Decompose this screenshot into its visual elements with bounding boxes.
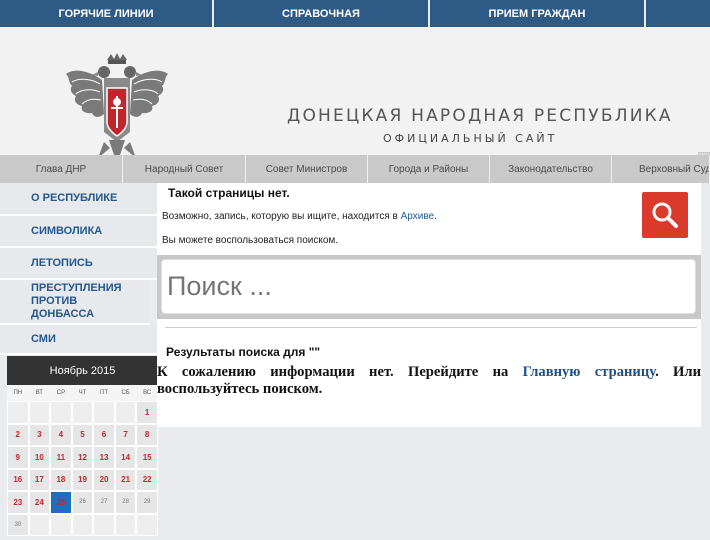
calendar-empty-cell — [93, 401, 115, 424]
calendar-day[interactable]: 22 — [136, 468, 158, 491]
site-title: ДОНЕЦКАЯ НАРОДНАЯ РЕСПУБЛИКА — [287, 106, 673, 126]
calendar-empty-cell — [50, 401, 72, 424]
calendar-day[interactable]: 8 — [136, 423, 158, 446]
calendar-day[interactable]: 4 — [50, 423, 72, 446]
calendar-day[interactable]: 23 — [7, 491, 29, 514]
sidebar-menu: О РЕСПУБЛИКЕ СИМВОЛИКА ЛЕТОПИСЬ ПРЕСТУПЛ… — [0, 183, 158, 355]
no-info-message: К сожалению информации нет. Перейдите на… — [157, 364, 701, 398]
calendar-day[interactable]: 5 — [71, 423, 94, 446]
calendar-day-today[interactable]: 25 — [50, 491, 72, 514]
weekday-label: ПН — [13, 390, 23, 396]
calendar-empty-cell — [50, 513, 72, 536]
calendar-days-grid: 1 2 3 4 5 6 7 8 9 10 11 12 13 14 15 16 17 18 19 20 21 22 23 24 2… — [7, 401, 158, 536]
search-button[interactable] — [642, 192, 688, 238]
secnav-cities-districts[interactable]: Города и Районы — [368, 155, 490, 183]
calendar-weekday-row: ПН ВТ СР ЧТ ПТ СБ ВС — [7, 385, 158, 401]
calendar-day[interactable]: 13 — [93, 446, 115, 469]
archive-hint-text: Возможно, запись, которую вы ищите, нахо… — [162, 211, 401, 222]
section-navigation: Глава ДНР Народный Совет Совет Министров… — [0, 155, 710, 183]
top-navigation: ГОРЯЧИЕ ЛИНИИ СПРАВОЧНАЯ ПРИЕМ ГРАЖДАН — [0, 0, 710, 27]
calendar-month-title: Ноябрь 2015 — [7, 356, 158, 385]
calendar-day[interactable]: 2 — [7, 423, 29, 446]
not-found-panel: Такой страницы нет. Возможно, запись, ко… — [157, 183, 701, 427]
calendar-empty-cell — [7, 401, 29, 424]
sidebar-item-symbols[interactable]: СИМВОЛИКА — [0, 216, 158, 248]
calendar-empty-cell — [114, 401, 137, 424]
weekday-label: ВС — [143, 390, 152, 396]
calendar-day[interactable]: 15 — [136, 446, 158, 469]
calendar-day[interactable]: 9 — [7, 446, 29, 469]
site-header: ДОНЕЦКАЯ НАРОДНАЯ РЕСПУБЛИКА ОФИЦИАЛЬНЫЙ… — [0, 27, 710, 172]
calendar-day[interactable]: 16 — [7, 468, 29, 491]
calendar-day[interactable]: 19 — [71, 468, 94, 491]
no-info-text: К сожалению информации нет. Перейдите на — [157, 364, 523, 380]
calendar-day: 27 — [93, 491, 115, 514]
calendar-day[interactable]: 7 — [114, 423, 137, 446]
calendar-empty-cell — [71, 401, 94, 424]
weekday-label: СБ — [121, 390, 130, 396]
sidebar-item-crimes-against-donbass[interactable]: ПРЕСТУПЛЕНИЯ ПРОТИВ ДОНБАССА — [0, 280, 150, 325]
search-results-heading: Результаты поиска для "" — [166, 345, 321, 359]
secnav-people-council[interactable]: Народный Совет — [123, 155, 246, 183]
divider — [165, 327, 697, 328]
calendar-day[interactable]: 11 — [50, 446, 72, 469]
archive-hint-end: . — [434, 211, 437, 222]
calendar-day: 26 — [71, 491, 94, 514]
secnav-legislation[interactable]: Законодательство — [490, 155, 612, 183]
calendar-day[interactable]: 10 — [28, 446, 51, 469]
calendar-widget: Ноябрь 2015 ПН ВТ СР ЧТ ПТ СБ ВС 1 2 3 4 5 6 7 8 9 10 11… — [7, 356, 158, 536]
search-box-frame — [157, 255, 701, 319]
calendar-day: 29 — [136, 491, 158, 514]
calendar-empty-cell — [71, 513, 94, 536]
topnav-citizen-reception[interactable]: ПРИЕМ ГРАЖДАН — [430, 0, 646, 27]
search-input[interactable] — [161, 259, 696, 314]
home-page-link[interactable]: Главную страницу — [523, 364, 655, 380]
calendar-empty-cell — [136, 513, 158, 536]
calendar-day[interactable]: 12 — [71, 446, 94, 469]
calendar-day[interactable]: 17 — [28, 468, 51, 491]
calendar-day: 30 — [7, 513, 29, 536]
sidebar-item-chronicle[interactable]: ЛЕТОПИСЬ — [0, 248, 158, 280]
weekday-label: СР — [56, 390, 66, 396]
calendar-day[interactable]: 20 — [93, 468, 115, 491]
calendar-empty-cell — [114, 513, 137, 536]
weekday-label: ВТ — [35, 390, 43, 396]
archive-hint: Возможно, запись, которую вы ищите, нахо… — [162, 211, 437, 222]
secnav-council-of-ministers[interactable]: Совет Министров — [246, 155, 368, 183]
coat-of-arms-emblem[interactable] — [64, 52, 170, 170]
calendar-day[interactable]: 1 — [136, 401, 158, 424]
secnav-supreme-court[interactable]: Верховный Суд — [612, 155, 710, 183]
calendar-empty-cell — [28, 401, 51, 424]
site-subtitle: ОФИЦИАЛЬНЫЙ САЙТ — [383, 132, 558, 145]
calendar-day[interactable]: 3 — [28, 423, 51, 446]
topnav-hotlines[interactable]: ГОРЯЧИЕ ЛИНИИ — [0, 0, 214, 27]
calendar-day[interactable]: 6 — [93, 423, 115, 446]
search-icon — [652, 202, 678, 228]
weekday-label: ЧТ — [78, 390, 87, 396]
calendar-day[interactable]: 18 — [50, 468, 72, 491]
topnav-reference[interactable]: СПРАВОЧНАЯ — [214, 0, 430, 27]
calendar-day[interactable]: 21 — [114, 468, 137, 491]
search-hint: Вы можете воспользоваться поиском. — [162, 235, 339, 246]
calendar-empty-cell — [93, 513, 115, 536]
sidebar-item-about-republic[interactable]: О РЕСПУБЛИКЕ — [0, 183, 158, 216]
weekday-label: ПТ — [100, 390, 109, 396]
secnav-head-dnr[interactable]: Глава ДНР — [0, 155, 123, 183]
page-title: Такой страницы нет. — [168, 186, 290, 200]
sidebar-item-media[interactable]: СМИ — [0, 325, 158, 355]
calendar-empty-cell — [28, 513, 51, 536]
topnav-more[interactable] — [646, 0, 710, 27]
archive-link[interactable]: Архиве — [401, 211, 434, 222]
calendar-day[interactable]: 24 — [28, 491, 51, 514]
calendar-day: 28 — [114, 491, 137, 514]
calendar-day[interactable]: 14 — [114, 446, 137, 469]
